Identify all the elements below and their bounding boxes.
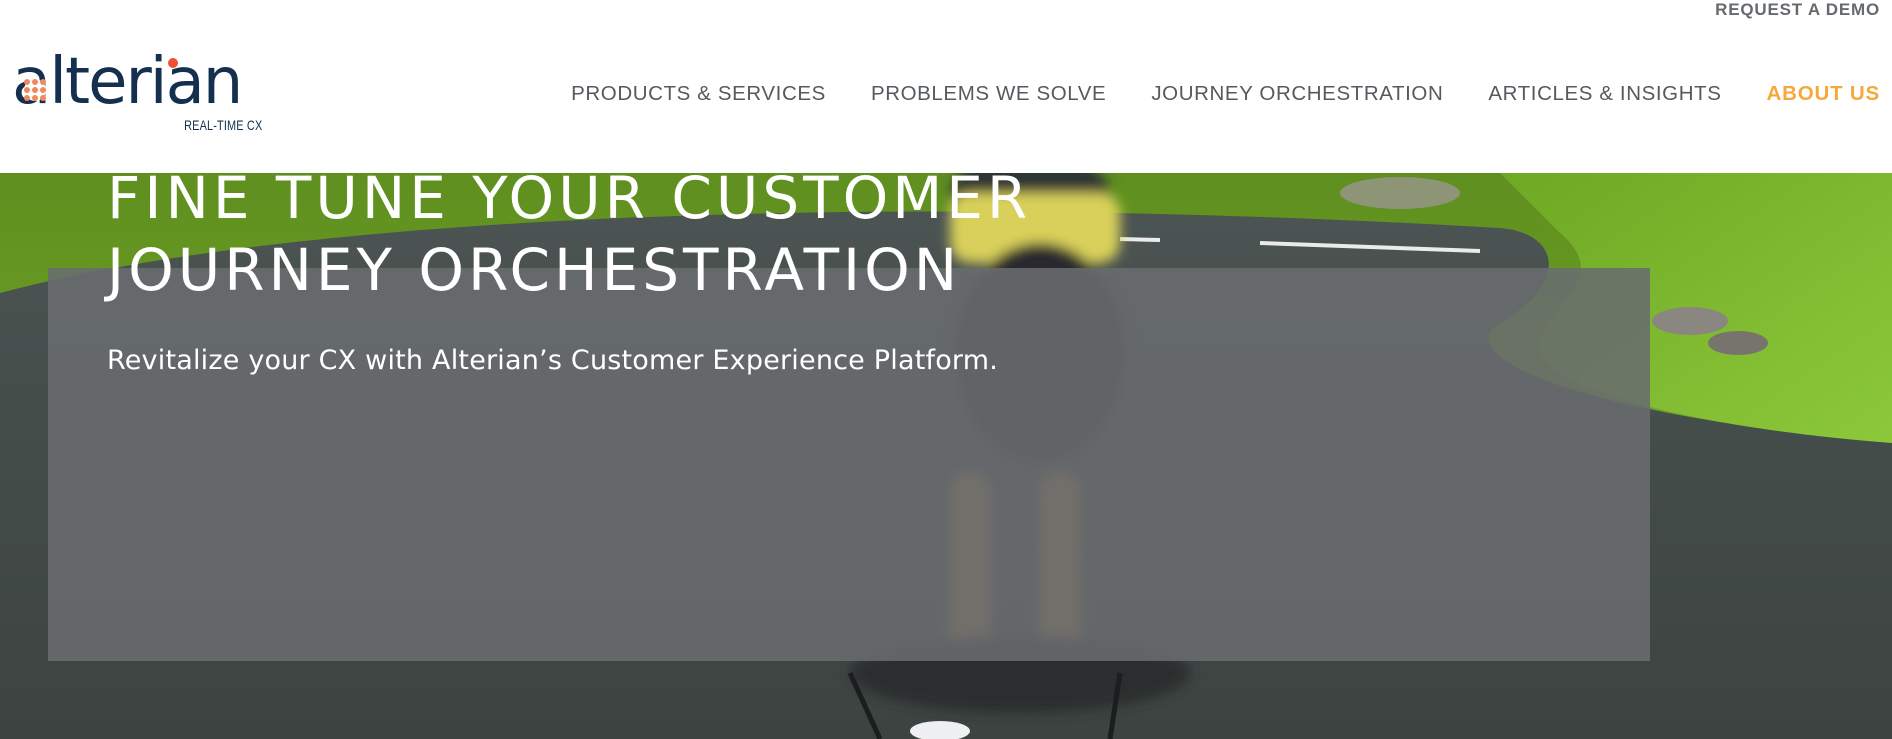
logo-i-dot-icon (168, 58, 178, 68)
page: REQUEST A DEMO alterian REAL-TIME CX PRO… (0, 0, 1892, 739)
alterian-logo[interactable]: alterian REAL-TIME CX (12, 44, 262, 136)
nav-item-journey-orchestration[interactable]: JOURNEY ORCHESTRATION (1151, 82, 1443, 106)
hero-title-line-2: JOURNEY ORCHESTRATION (107, 236, 962, 304)
hero-subtitle: Revitalize your CX with Alterian’s Custo… (107, 345, 999, 376)
nav-item-products-services[interactable]: PRODUCTS & SERVICES (571, 82, 826, 106)
nav-item-about-us[interactable]: ABOUT US (1767, 82, 1880, 106)
nav-item-problems-we-solve[interactable]: PROBLEMS WE SOLVE (871, 82, 1106, 106)
logo-dot-grid-icon (24, 79, 46, 101)
site-header: REQUEST A DEMO alterian REAL-TIME CX PRO… (0, 0, 1892, 173)
request-demo-link[interactable]: REQUEST A DEMO (1715, 0, 1880, 20)
hero-overlay-panel (48, 268, 1650, 661)
logo-wordmark: alterian (12, 45, 243, 119)
hero-title: FINE TUNE YOUR CUSTOMER JOURNEY ORCHESTR… (107, 162, 1031, 306)
logo-tagline: REAL-TIME CX (183, 117, 262, 133)
hero-title-line-1: FINE TUNE YOUR CUSTOMER (107, 164, 1032, 232)
main-nav: PRODUCTS & SERVICES PROBLEMS WE SOLVE JO… (526, 82, 1880, 106)
nav-item-articles-insights[interactable]: ARTICLES & INSIGHTS (1488, 82, 1721, 106)
